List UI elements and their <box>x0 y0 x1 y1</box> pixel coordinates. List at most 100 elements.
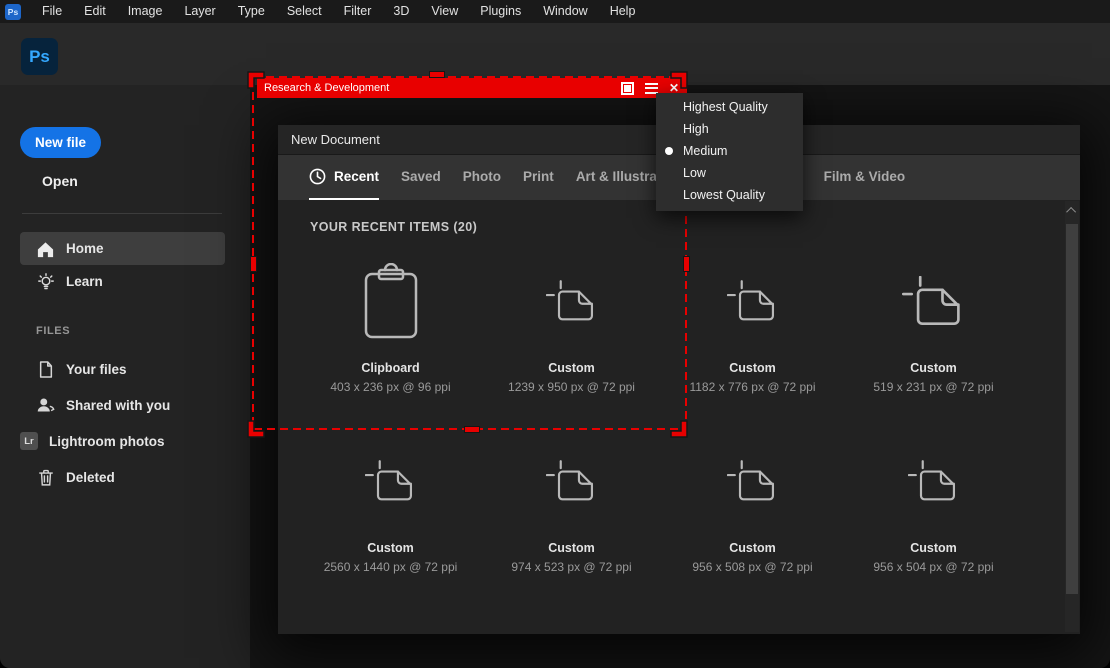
dialog-content: YOUR RECENT ITEMS (20) <box>278 200 1080 633</box>
clipboard-icon <box>362 263 420 341</box>
custom-document-icon <box>365 460 417 504</box>
scrollbar[interactable] <box>1065 201 1079 632</box>
resize-handle-right[interactable] <box>683 256 690 272</box>
recent-item-card[interactable]: Custom 2560 x 1440 px @ 72 ppi <box>300 436 481 616</box>
recent-item-dimensions: 1182 x 776 px @ 72 ppi <box>689 380 815 394</box>
quality-menu-item-label: Low <box>683 166 706 180</box>
sidebar-files-item[interactable]: Deleted <box>20 459 225 495</box>
menu-items: File Edit Image Layer Type Select Filter… <box>31 0 646 23</box>
dialog-tab[interactable]: Print <box>523 155 554 200</box>
sidebar-files-item[interactable]: Your files <box>20 351 225 387</box>
sidebar-files-item[interactable]: Shared with you <box>20 387 225 423</box>
home-sidebar: New file Open Home <box>0 85 250 668</box>
scroll-up-button[interactable] <box>1065 201 1079 219</box>
sidebar-nav-label: Learn <box>66 274 103 289</box>
menu-item[interactable]: Select <box>276 0 333 23</box>
photoshop-logo: Ps <box>21 38 58 75</box>
custom-document-icon <box>908 460 960 504</box>
recent-item-card[interactable]: Custom 956 x 508 px @ 72 ppi <box>662 436 843 616</box>
people-icon <box>36 396 55 414</box>
dialog-tab[interactable]: Film & Video <box>824 155 906 200</box>
recent-item-dimensions: 1239 x 950 px @ 72 ppi <box>508 380 635 394</box>
dialog-tab[interactable]: Recent <box>309 155 379 200</box>
menu-item[interactable]: Layer <box>173 0 226 23</box>
menu-item[interactable]: File <box>31 0 73 23</box>
resize-handle-left[interactable] <box>250 256 257 272</box>
menu-item[interactable]: View <box>420 0 469 23</box>
recent-item-name: Custom <box>729 361 776 375</box>
custom-document-icon <box>727 460 779 504</box>
tab-label: Saved <box>401 169 441 184</box>
resize-handle-top-left[interactable] <box>247 71 265 89</box>
trash-icon <box>36 468 55 487</box>
file-icon <box>36 360 55 379</box>
quality-menu: Highest Quality High Medium Low Lowest Q… <box>656 93 803 211</box>
recent-item-card[interactable]: Custom 519 x 231 px @ 72 ppi <box>843 256 1024 436</box>
custom-document-icon <box>546 460 598 504</box>
recent-item-dimensions: 956 x 508 px @ 72 ppi <box>692 560 812 574</box>
lightbulb-icon <box>36 273 55 291</box>
sidebar-files-label: Lightroom photos <box>49 434 164 449</box>
quality-menu-item-label: High <box>683 122 709 136</box>
quality-menu-item-label: Medium <box>683 144 727 158</box>
capture-window-titlebar[interactable]: Research & Development ✕ <box>257 78 687 98</box>
photoshop-window: Ps File Edit Image Layer Type Select Fil… <box>0 0 1110 668</box>
menu-item[interactable]: 3D <box>382 0 420 23</box>
app-icon: Ps <box>5 4 21 20</box>
quality-menu-item[interactable]: Low <box>656 162 803 184</box>
sidebar-files-label: Shared with you <box>66 398 170 413</box>
home-icon <box>36 240 55 258</box>
custom-document-icon <box>902 276 966 329</box>
recent-item-card[interactable]: Custom 1239 x 950 px @ 72 ppi <box>481 256 662 436</box>
resize-handle-bottom-right[interactable] <box>670 420 688 438</box>
quality-menu-item[interactable]: Highest Quality <box>656 96 803 118</box>
dialog-tab[interactable]: Photo <box>463 155 501 200</box>
quality-menu-item[interactable]: Lowest Quality <box>656 184 803 206</box>
menu-bar: Ps File Edit Image Layer Type Select Fil… <box>0 0 1110 23</box>
open-button[interactable]: Open <box>42 173 78 189</box>
recent-item-card[interactable]: Custom 974 x 523 px @ 72 ppi <box>481 436 662 616</box>
menu-item[interactable]: Help <box>599 0 647 23</box>
sidebar-nav: Home Learn <box>20 232 225 298</box>
quality-menu-item[interactable]: Medium <box>656 140 803 162</box>
resize-handle-top-right[interactable] <box>670 71 688 89</box>
menu-item[interactable]: Image <box>117 0 174 23</box>
tab-label: Film & Video <box>824 169 906 184</box>
stop-icon <box>621 82 634 95</box>
scrollbar-thumb[interactable] <box>1066 224 1078 594</box>
recent-item-name: Custom <box>910 361 957 375</box>
resize-handle-top[interactable] <box>429 71 445 78</box>
resize-handle-bottom[interactable] <box>464 426 480 433</box>
recent-item-card[interactable]: Clipboard 403 x 236 px @ 96 ppi <box>300 256 481 436</box>
quality-menu-item-label: Lowest Quality <box>683 188 765 202</box>
menu-item[interactable]: Window <box>532 0 598 23</box>
custom-document-icon <box>546 280 598 324</box>
recent-item-dimensions: 2560 x 1440 px @ 72 ppi <box>324 560 458 574</box>
resize-handle-bottom-left[interactable] <box>247 420 265 438</box>
menu-item[interactable]: Filter <box>333 0 383 23</box>
chevron-up-icon <box>1066 206 1076 216</box>
quality-menu-item[interactable]: High <box>656 118 803 140</box>
recent-items-grid: Clipboard 403 x 236 px @ 96 ppi <box>300 256 1024 616</box>
menu-button[interactable] <box>645 83 658 94</box>
recent-item-card[interactable]: Custom 956 x 504 px @ 72 ppi <box>843 436 1024 616</box>
tab-label: Print <box>523 169 554 184</box>
sidebar-nav-item[interactable]: Home <box>20 232 225 265</box>
sidebar-files-label: Deleted <box>66 470 115 485</box>
sidebar-files: Your files Shared with you <box>20 351 225 495</box>
recent-item-dimensions: 974 x 523 px @ 72 ppi <box>511 560 631 574</box>
sidebar-files-item[interactable]: Lr Lightroom photos <box>20 423 225 459</box>
stop-button[interactable] <box>621 82 634 95</box>
recent-item-card[interactable]: Custom 1182 x 776 px @ 72 ppi <box>662 256 843 436</box>
recent-item-dimensions: 519 x 231 px @ 72 ppi <box>873 380 993 394</box>
sidebar-divider <box>22 213 222 214</box>
selected-bullet-icon <box>665 147 673 155</box>
new-file-button[interactable]: New file <box>20 127 101 158</box>
sidebar-nav-item[interactable]: Learn <box>20 265 225 298</box>
dialog-tab[interactable]: Saved <box>401 155 441 200</box>
menu-item[interactable]: Type <box>227 0 276 23</box>
tab-label: Photo <box>463 169 501 184</box>
quality-menu-item-label: Highest Quality <box>683 100 768 114</box>
menu-item[interactable]: Plugins <box>469 0 532 23</box>
menu-item[interactable]: Edit <box>73 0 117 23</box>
